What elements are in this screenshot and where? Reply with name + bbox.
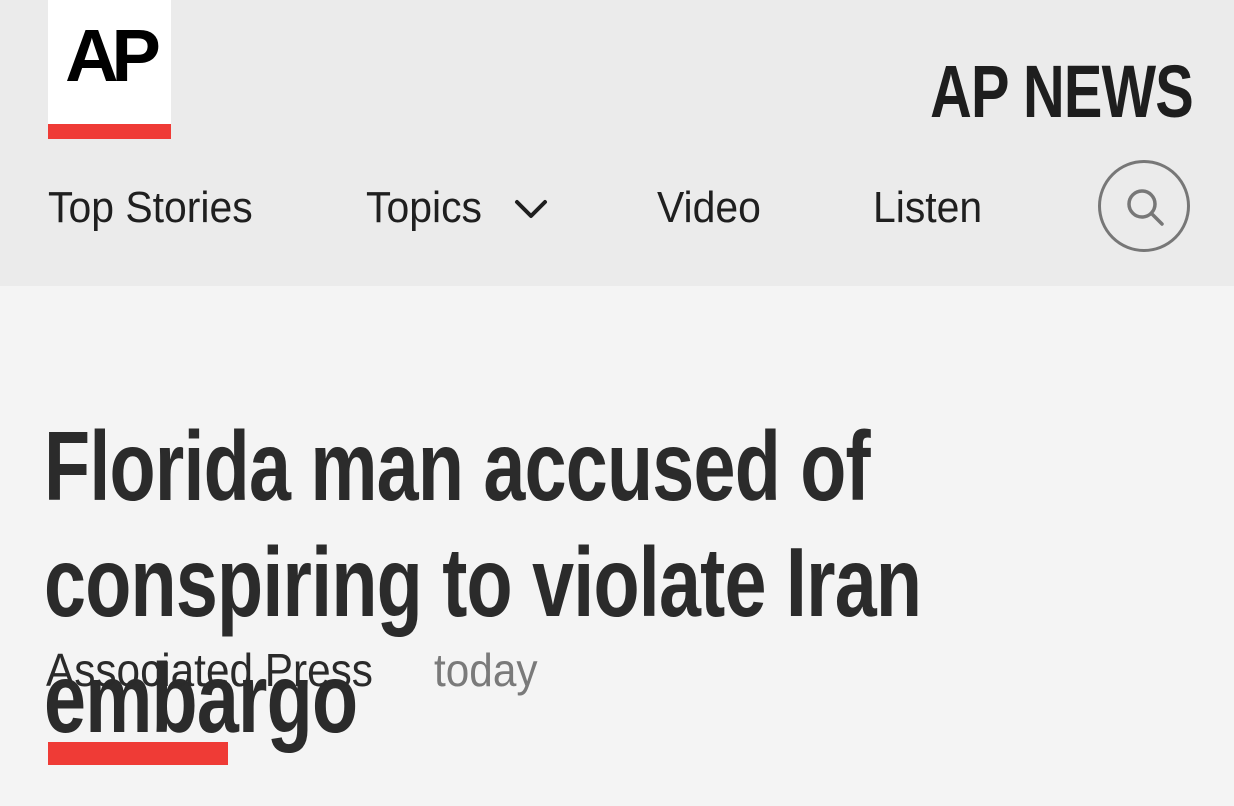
nav-item-listen[interactable]: Listen [873,180,982,236]
search-button[interactable] [1098,160,1190,252]
masthead[interactable]: AP NEWS [930,50,1194,134]
ap-logo[interactable]: AP [48,0,171,124]
nav-item-video[interactable]: Video [657,180,761,236]
chevron-down-icon[interactable] [513,194,549,224]
article-headline: Florida man accused of conspiring to vio… [44,411,922,753]
site-header: AP AP NEWS Top Stories Topics Video List… [0,0,1234,286]
article-byline[interactable]: Associated Press [46,642,373,698]
nav-item-top-stories[interactable]: Top Stories [48,180,253,236]
accent-divider [48,742,228,765]
search-icon [1127,189,1164,226]
article-timestamp: today [434,644,538,696]
nav-item-topics[interactable]: Topics [366,180,482,236]
logo-text: AP [65,14,161,97]
logo-accent-bar [48,124,171,139]
